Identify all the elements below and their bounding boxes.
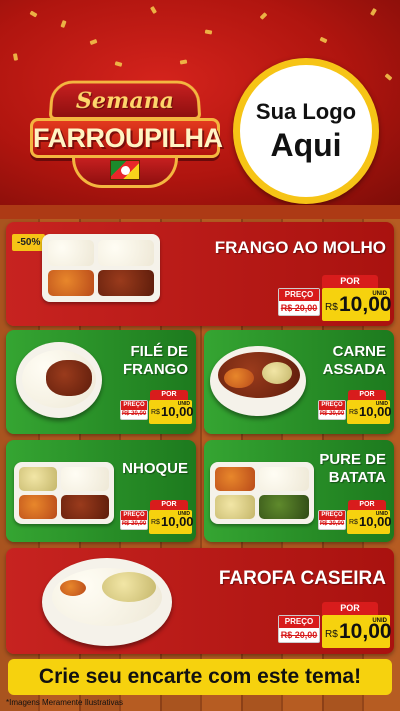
header-banner: Semana FARROUPILHA Sua Logo Aqui <box>0 0 400 205</box>
logo-placeholder: Sua Logo Aqui <box>233 58 379 204</box>
food-image-frango-ao-molho <box>42 234 160 302</box>
product-card-frango-ao-molho: -50% FRANGO AO MOLHO POR PREÇO R$ 20,00 … <box>6 222 394 326</box>
product-card-nhoque: NHOQUE POR PREÇO R$ 20,00 R$ 10,00 UNID <box>6 440 196 542</box>
rio-grande-flag-icon <box>110 160 140 180</box>
product-title-line2: ASSADA <box>322 361 386 378</box>
price-tag: POR PREÇO R$ 20,00 R$ 10,00 UNID <box>120 500 194 534</box>
product-card-carne-assada: CARNE ASSADA POR PREÇO R$ 20,00 R$ 10,00… <box>204 330 394 434</box>
food-image-pure-de-batata <box>210 462 314 524</box>
price-tag: POR PREÇO R$ 20,00 R$ 10,00 UNID <box>120 390 194 424</box>
badge-title-semana: Semana <box>75 88 175 114</box>
logo-text-line1: Sua Logo <box>255 98 357 124</box>
product-card-file-de-frango: FILÉ DE FRANGO POR PREÇO R$ 20,00 R$ 10,… <box>6 330 196 434</box>
food-image-carne-assada <box>210 346 306 416</box>
product-title-line2: FRANGO <box>123 361 188 378</box>
product-title: FRANGO AO MOLHO <box>214 238 386 257</box>
product-card-pure-de-batata: PURE DE BATATA POR PREÇO R$ 20,00 R$ 10,… <box>204 440 394 542</box>
price-tag: POR PREÇO R$ 20,00 R$ 10,00 UNID <box>278 275 392 321</box>
food-image-farofa-caseira <box>42 558 172 646</box>
semana-farroupilha-badge: Semana FARROUPILHA <box>30 74 223 192</box>
product-title-line1: FILÉ DE <box>130 343 188 360</box>
product-title-line1: PURE DE <box>319 451 386 468</box>
cta-banner[interactable]: Crie seu encarte com este tema! <box>8 659 392 695</box>
cta-text: Crie seu encarte com este tema! <box>38 665 362 688</box>
price-tag: POR PREÇO R$ 20,00 R$ 10,00 UNID <box>278 602 392 648</box>
product-title-line1: CARNE <box>332 343 386 360</box>
price-tag: POR PREÇO R$ 20,00 R$ 10,00 UNID <box>318 390 392 424</box>
product-title-line2: BATATA <box>328 469 386 486</box>
product-title: FAROFA CASEIRA <box>218 568 386 589</box>
disclaimer-text: *Imagens Meramente Ilustrativas <box>6 698 123 707</box>
food-image-nhoque <box>14 462 114 524</box>
badge-title-farroupilha: FARROUPILHA <box>33 123 223 153</box>
product-card-farofa-caseira: FAROFA CASEIRA POR PREÇO R$ 20,00 R$ 10,… <box>6 548 394 654</box>
discount-badge: -50% <box>12 234 46 251</box>
product-title: NHOQUE <box>122 460 188 477</box>
price-tag: POR PREÇO R$ 20,00 R$ 10,00 UNID <box>318 500 392 534</box>
logo-text-line2: Aqui <box>270 126 342 163</box>
food-image-file-de-frango <box>16 342 102 418</box>
